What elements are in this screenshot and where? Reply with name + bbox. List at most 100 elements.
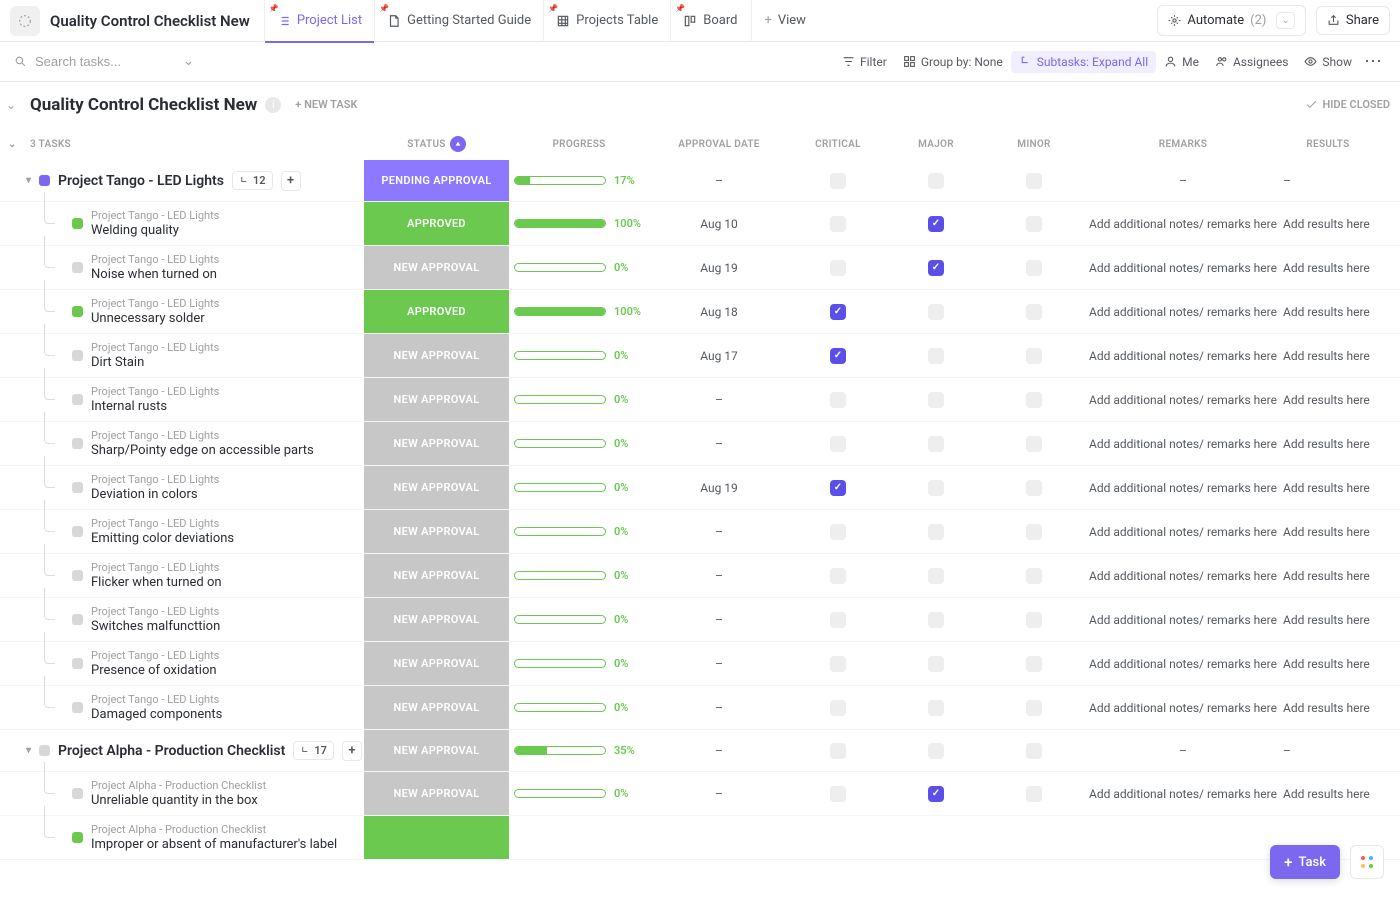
progress-cell[interactable]: 0% — [509, 466, 649, 509]
subtask-row[interactable]: Project Tango - LED LightsFlicker when t… — [0, 554, 1400, 598]
status-square[interactable] — [72, 832, 83, 843]
critical-cell[interactable] — [789, 290, 887, 333]
minor-cell[interactable] — [985, 202, 1083, 245]
progress-cell[interactable]: 0% — [509, 598, 649, 641]
progress-cell[interactable]: 0% — [509, 246, 649, 289]
status-cell[interactable]: NEW APPROVAL — [364, 378, 509, 421]
subtask-row[interactable]: Project Tango - LED LightsInternal rusts… — [0, 378, 1400, 422]
minor-cell[interactable] — [985, 642, 1083, 685]
apps-float-button[interactable] — [1350, 845, 1384, 879]
minor-cell[interactable] — [985, 510, 1083, 553]
major-cell[interactable] — [887, 160, 985, 201]
major-cell[interactable] — [887, 334, 985, 377]
new-task-button[interactable]: + NEW TASK — [295, 98, 357, 111]
tab-projects-table[interactable]: 📌Projects Table — [543, 0, 670, 42]
critical-cell[interactable] — [789, 686, 887, 729]
major-cell[interactable] — [887, 466, 985, 509]
status-square[interactable] — [72, 482, 83, 493]
remarks-cell[interactable]: Add additional notes/ remarks here — [1083, 290, 1283, 333]
checkbox[interactable] — [830, 216, 846, 232]
col-approval-date[interactable]: APPROVAL DATE — [649, 139, 789, 150]
checkbox[interactable] — [830, 656, 846, 672]
major-cell[interactable] — [887, 642, 985, 685]
checkbox[interactable] — [830, 304, 846, 320]
date-cell[interactable] — [649, 816, 789, 859]
critical-cell[interactable] — [789, 202, 887, 245]
progress-cell[interactable]: 35% — [509, 730, 649, 771]
progress-cell[interactable]: 0% — [509, 642, 649, 685]
col-progress[interactable]: PROGRESS — [509, 139, 649, 150]
chevron-down-icon[interactable]: ▾ — [26, 745, 31, 756]
remarks-cell[interactable]: Add additional notes/ remarks here — [1083, 422, 1283, 465]
subtask-row[interactable]: Project Tango - LED LightsPresence of ox… — [0, 642, 1400, 686]
subtask-row[interactable]: Project Tango - LED LightsSharp/Pointy e… — [0, 422, 1400, 466]
minor-cell[interactable] — [985, 334, 1083, 377]
status-cell[interactable]: NEW APPROVAL — [364, 554, 509, 597]
checkbox[interactable] — [1026, 480, 1042, 496]
subtask-row[interactable]: Project Tango - LED LightsDamaged compon… — [0, 686, 1400, 730]
date-cell[interactable]: – — [649, 730, 789, 771]
remarks-cell[interactable]: Add additional notes/ remarks here — [1083, 598, 1283, 641]
checkbox[interactable] — [1026, 524, 1042, 540]
me-button[interactable]: Me — [1156, 51, 1207, 73]
progress-cell[interactable]: 0% — [509, 510, 649, 553]
checkbox[interactable] — [1026, 612, 1042, 628]
status-cell[interactable]: NEW APPROVAL — [364, 598, 509, 641]
checkbox[interactable] — [1026, 656, 1042, 672]
status-square[interactable] — [72, 570, 83, 581]
checkbox[interactable] — [928, 260, 944, 276]
status-square[interactable] — [72, 394, 83, 405]
date-cell[interactable]: – — [649, 642, 789, 685]
results-cell[interactable]: Add results here — [1283, 334, 1373, 377]
subtask-row[interactable]: Project Tango - LED LightsUnnecessary so… — [0, 290, 1400, 334]
col-remarks[interactable]: REMARKS — [1083, 139, 1283, 150]
results-cell[interactable]: Add results here — [1283, 202, 1373, 245]
chevron-down-icon[interactable]: ⌄ — [1276, 12, 1294, 29]
status-square[interactable] — [72, 306, 83, 317]
checkbox[interactable] — [928, 700, 944, 716]
filter-button[interactable]: Filter — [834, 51, 895, 73]
remarks-cell[interactable]: Add additional notes/ remarks here — [1083, 378, 1283, 421]
checkbox[interactable] — [1026, 436, 1042, 452]
minor-cell[interactable] — [985, 598, 1083, 641]
minor-cell[interactable] — [985, 730, 1083, 771]
task-group[interactable]: ▾Project Tango - LED Lights12+PENDING AP… — [0, 160, 1400, 202]
critical-cell[interactable] — [789, 334, 887, 377]
minor-cell[interactable] — [985, 290, 1083, 333]
subtask-row[interactable]: Project Tango - LED LightsDeviation in c… — [0, 466, 1400, 510]
results-cell[interactable]: Add results here — [1283, 378, 1373, 421]
checkbox[interactable] — [1026, 568, 1042, 584]
status-square[interactable] — [72, 614, 83, 625]
progress-cell[interactable]: 17% — [509, 160, 649, 201]
date-cell[interactable]: Aug 10 — [649, 202, 789, 245]
date-cell[interactable]: – — [649, 554, 789, 597]
more-icon[interactable]: ⋯ — [1360, 51, 1386, 72]
checkbox[interactable] — [928, 743, 944, 759]
hide-closed-button[interactable]: HIDE CLOSED — [1305, 98, 1390, 111]
status-square[interactable] — [72, 788, 83, 799]
critical-cell[interactable] — [789, 378, 887, 421]
status-cell[interactable]: NEW APPROVAL — [364, 510, 509, 553]
remarks-cell[interactable]: Add additional notes/ remarks here — [1083, 642, 1283, 685]
status-cell[interactable]: NEW APPROVAL — [364, 334, 509, 377]
checkbox[interactable] — [928, 173, 944, 189]
status-cell[interactable]: NEW APPROVAL — [364, 246, 509, 289]
results-cell[interactable]: – — [1283, 730, 1373, 771]
critical-cell[interactable] — [789, 510, 887, 553]
checkbox[interactable] — [830, 612, 846, 628]
status-cell[interactable]: NEW APPROVAL — [364, 730, 509, 771]
minor-cell[interactable] — [985, 160, 1083, 201]
status-cell[interactable]: APPROVED — [364, 202, 509, 245]
critical-cell[interactable] — [789, 246, 887, 289]
critical-cell[interactable] — [789, 466, 887, 509]
subtask-row[interactable]: Project Tango - LED LightsSwitches malfu… — [0, 598, 1400, 642]
minor-cell[interactable] — [985, 772, 1083, 815]
progress-cell[interactable]: 0% — [509, 686, 649, 729]
add-subtask-button[interactable]: + — [342, 741, 362, 761]
minor-cell[interactable] — [985, 378, 1083, 421]
major-cell[interactable] — [887, 554, 985, 597]
major-cell[interactable] — [887, 202, 985, 245]
critical-cell[interactable] — [789, 772, 887, 815]
checkbox[interactable] — [928, 392, 944, 408]
chevron-down-icon[interactable]: ▾ — [26, 175, 31, 186]
